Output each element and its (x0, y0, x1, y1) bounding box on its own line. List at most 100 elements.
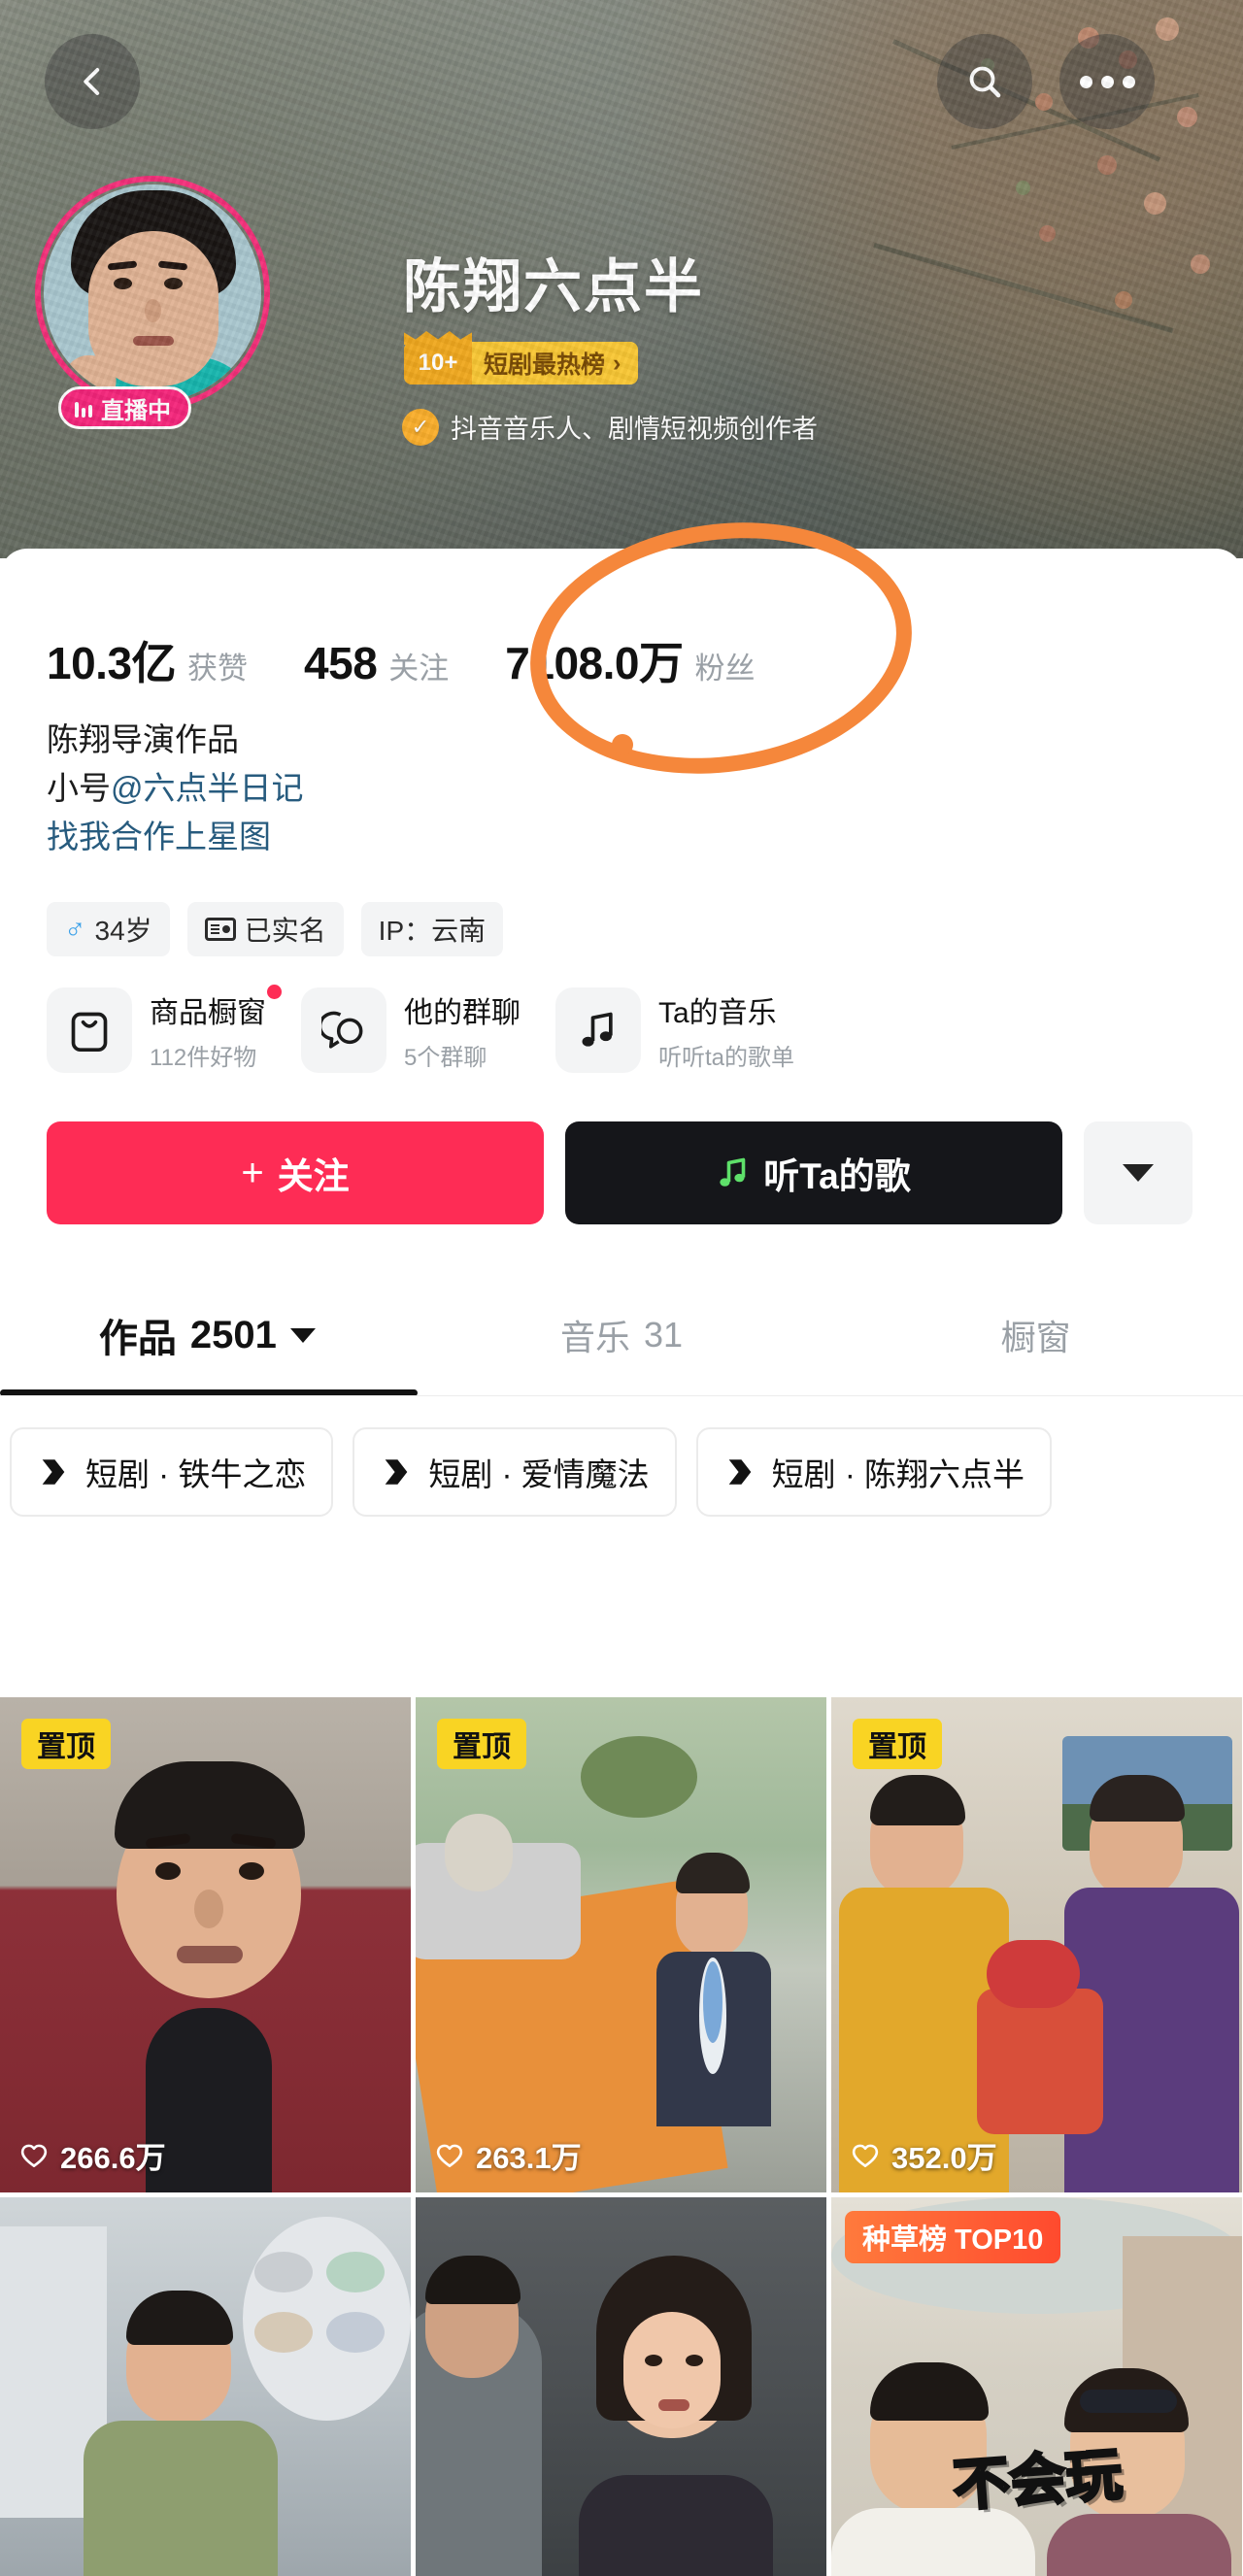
verified-label: 抖音音乐人、剧情短视频创作者 (451, 415, 818, 444)
tag-age[interactable]: ♂ 34岁 (47, 902, 170, 956)
collection-chip-label: 短剧 · 陈翔六点半 (771, 1456, 1025, 1492)
avatar[interactable] (35, 176, 270, 411)
service-music-text: Ta的音乐 听听ta的歌单 (658, 988, 794, 1072)
tag-row: ♂ 34岁 已实名 IP：云南 (47, 902, 504, 956)
pinned-badge: 置顶 (437, 1719, 526, 1769)
profile-sheet: 10.3亿 获赞 458 关注 7108.0万 粉丝 陈翔导演作品 小号@六点半… (0, 549, 1243, 2576)
bio-mention-link[interactable]: @六点半日记 (111, 770, 304, 806)
avatar-live-ring (35, 176, 270, 411)
tab-music[interactable]: 音乐 31 (415, 1310, 829, 1360)
follow-button[interactable]: + 关注 (47, 1121, 544, 1224)
chevron-down-icon (289, 1327, 316, 1343)
video-grid: 置顶 266.6万 置顶 263.1万 置顶 352.0万 种草榜 TOP10 … (0, 1697, 1243, 2576)
service-shop[interactable]: 商品橱窗 112件好物 (47, 985, 282, 1073)
chevron-down-icon (1123, 1164, 1154, 1182)
pinned-badge: 置顶 (21, 1719, 111, 1769)
music-green-icon (720, 1157, 746, 1187)
like-count: 263.1万 (435, 2133, 582, 2177)
verified-line[interactable]: ✓ 抖音音乐人、剧情短视频创作者 (402, 408, 818, 446)
tab-shop-label: 橱窗 (1000, 1318, 1071, 1357)
stat-followers-label: 粉丝 (694, 652, 756, 686)
collection-chip[interactable]: 短剧 · 陈翔六点半 (695, 1427, 1052, 1517)
profile-screen: 直播中 陈翔六点半 10+ 短剧最热榜 › ✓ 抖音音乐人、剧情短视频创作者 1… (0, 0, 1243, 2576)
like-count-value: 263.1万 (476, 2141, 582, 2175)
male-icon: ♂ (64, 913, 86, 945)
collection-chip[interactable]: 短剧 · 铁牛之恋 (10, 1427, 334, 1517)
service-row: 商品橱窗 112件好物 他的群聊 5个群聊 Ta的音乐 听听ta的歌单 (47, 985, 829, 1073)
rank-badge[interactable]: 10+ 短剧最热榜 › (404, 342, 639, 385)
tab-works-count: 2501 (189, 1313, 277, 1356)
collection-chip-label: 短剧 · 爱情魔法 (428, 1456, 650, 1492)
bio-cooperation-link[interactable]: 找我合作上星图 (47, 813, 304, 861)
id-card-icon (204, 918, 236, 941)
video-cell[interactable] (416, 2197, 826, 2576)
service-music[interactable]: Ta的音乐 听听ta的歌单 (555, 987, 794, 1073)
listen-song-button-label: 听Ta的歌 (763, 1156, 911, 1196)
more-actions-button[interactable] (1084, 1121, 1193, 1224)
more-options-button[interactable] (1059, 34, 1155, 129)
collection-chip-label: 短剧 · 铁牛之恋 (85, 1456, 307, 1492)
tab-works[interactable]: 作品 2501 (0, 1307, 415, 1363)
collection-chip-row: 短剧 · 铁牛之恋 短剧 · 爱情魔法 短剧 · 陈翔六点半 (10, 1427, 1052, 1517)
like-count-value: 352.0万 (891, 2141, 997, 2175)
tag-verified-name[interactable]: 已实名 (186, 902, 344, 956)
more-dots-icon (1079, 75, 1135, 88)
video-cell[interactable]: 种草榜 TOP10 不会玩 (831, 2197, 1242, 2576)
rank-badge-count: 10+ (404, 342, 472, 385)
action-row: + 关注 听Ta的歌 (47, 1121, 1193, 1224)
stats-row: 10.3亿 获赞 458 关注 7108.0万 粉丝 (47, 628, 811, 692)
like-count: 352.0万 (851, 2133, 997, 2177)
follow-button-label: 关注 (277, 1156, 350, 1196)
live-equalizer-icon (75, 398, 92, 418)
service-shop-subtitle: 112件好物 (150, 1045, 257, 1071)
collection-chip[interactable]: 短剧 · 爱情魔法 (353, 1427, 677, 1517)
service-music-subtitle: 听听ta的歌单 (658, 1045, 795, 1071)
tab-bar: 作品 2501 音乐 31 橱窗 (0, 1277, 1243, 1393)
heart-icon (436, 2144, 463, 2167)
video-cell[interactable] (0, 2197, 411, 2576)
back-button[interactable] (45, 34, 140, 129)
notification-dot-icon (267, 985, 282, 999)
tag-age-label: 34岁 (94, 916, 152, 946)
heart-icon (852, 2144, 879, 2167)
tab-music-count: 31 (643, 1315, 684, 1355)
ranking-badge: 种草榜 TOP10 (845, 2211, 1061, 2263)
stat-following[interactable]: 458 关注 (304, 637, 449, 689)
stat-likes-label: 获赞 (187, 652, 249, 686)
service-group-chat-title: 他的群聊 (404, 997, 521, 1029)
avatar-image (44, 184, 261, 402)
service-shop-text: 商品橱窗 112件好物 (150, 985, 282, 1072)
annotation-circle-tail (612, 734, 633, 755)
tab-shop[interactable]: 橱窗 (828, 1310, 1243, 1360)
service-shop-title: 商品橱窗 (150, 985, 282, 1031)
play-icon (42, 1459, 65, 1485)
stat-following-value: 458 (304, 638, 378, 688)
service-group-chat-text: 他的群聊 5个群聊 (404, 988, 521, 1072)
bio-line-1: 陈翔导演作品 (47, 721, 239, 757)
bio[interactable]: 陈翔导演作品 小号@六点半日记 找我合作上星图 (47, 716, 304, 861)
stat-followers[interactable]: 7108.0万 粉丝 (505, 628, 755, 692)
stat-following-label: 关注 (388, 652, 450, 686)
search-button[interactable] (937, 34, 1032, 129)
heart-icon (20, 2144, 48, 2167)
rank-badge-label: 短剧最热榜 (484, 351, 606, 379)
video-overlay-text: 不会玩 (949, 2441, 1125, 2519)
service-group-chat[interactable]: 他的群聊 5个群聊 (301, 987, 521, 1073)
tag-ip-location: IP：云南 (360, 902, 504, 956)
video-cell[interactable]: 置顶 266.6万 (0, 1697, 411, 2192)
live-badge[interactable]: 直播中 (58, 386, 191, 429)
stat-followers-value: 7108.0万 (505, 638, 684, 688)
stat-likes[interactable]: 10.3亿 获赞 (47, 628, 248, 692)
video-cell[interactable]: 置顶 263.1万 (416, 1697, 826, 2192)
cover-photo: 直播中 陈翔六点半 10+ 短剧最热榜 › ✓ 抖音音乐人、剧情短视频创作者 (0, 0, 1243, 558)
like-count: 266.6万 (19, 2133, 166, 2177)
shop-bag-icon (47, 987, 132, 1073)
listen-song-button[interactable]: 听Ta的歌 (565, 1121, 1062, 1224)
tab-divider (0, 1395, 1243, 1396)
cover-foliage (835, 0, 1243, 418)
tab-music-label: 音乐 (559, 1318, 630, 1357)
group-chat-icon (301, 987, 386, 1073)
video-cell[interactable]: 置顶 352.0万 (831, 1697, 1242, 2192)
play-icon (728, 1459, 751, 1485)
live-badge-label: 直播中 (101, 397, 171, 424)
